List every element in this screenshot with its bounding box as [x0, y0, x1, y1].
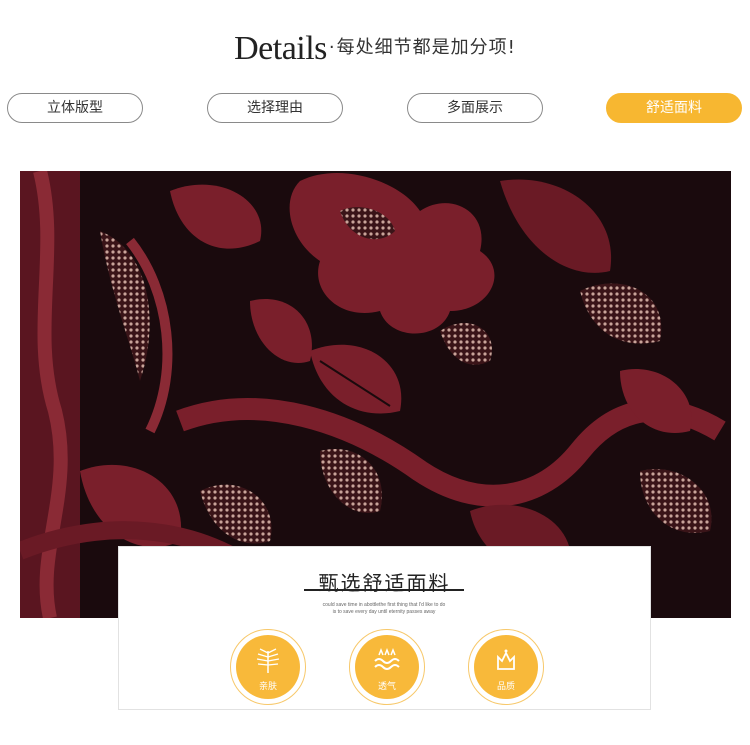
tab-multi-view[interactable]: 多面展示 — [407, 93, 543, 123]
card-subtext-1: could save time in abottlethe first thin… — [322, 602, 446, 608]
leaf-icon — [256, 648, 280, 673]
wave-icon — [374, 647, 400, 670]
card-heading: 甄选舒适面料 — [318, 571, 451, 595]
feature-quality: 品质 — [468, 629, 544, 705]
feature-label: 亲肤 — [258, 682, 277, 692]
tab-reasons[interactable]: 选择理由 — [207, 93, 343, 123]
heading-underline — [304, 589, 464, 591]
feature-label: 透气 — [377, 682, 396, 692]
page-title: Details · 每处细节都是加分项! — [0, 30, 750, 68]
crown-icon — [497, 649, 515, 670]
detail-tabs: 立体版型 选择理由 多面展示 舒适面料 — [0, 93, 750, 123]
title-en: Details — [234, 30, 327, 67]
tab-comfort-fabric[interactable]: 舒适面料 — [606, 93, 742, 123]
title-separator: · — [328, 37, 335, 58]
feature-skin-friendly: 亲肤 — [230, 629, 306, 705]
tab-3d-fit[interactable]: 立体版型 — [7, 93, 143, 123]
fabric-feature-card: 甄选舒适面料 could save time in abottlethe fir… — [118, 546, 651, 710]
card-subtext-2: is to save every day until eternity pass… — [332, 609, 436, 615]
title-cn: 每处细节都是加分项! — [336, 37, 516, 58]
feature-breathable: 透气 — [349, 629, 425, 705]
feature-label: 品质 — [496, 682, 515, 692]
